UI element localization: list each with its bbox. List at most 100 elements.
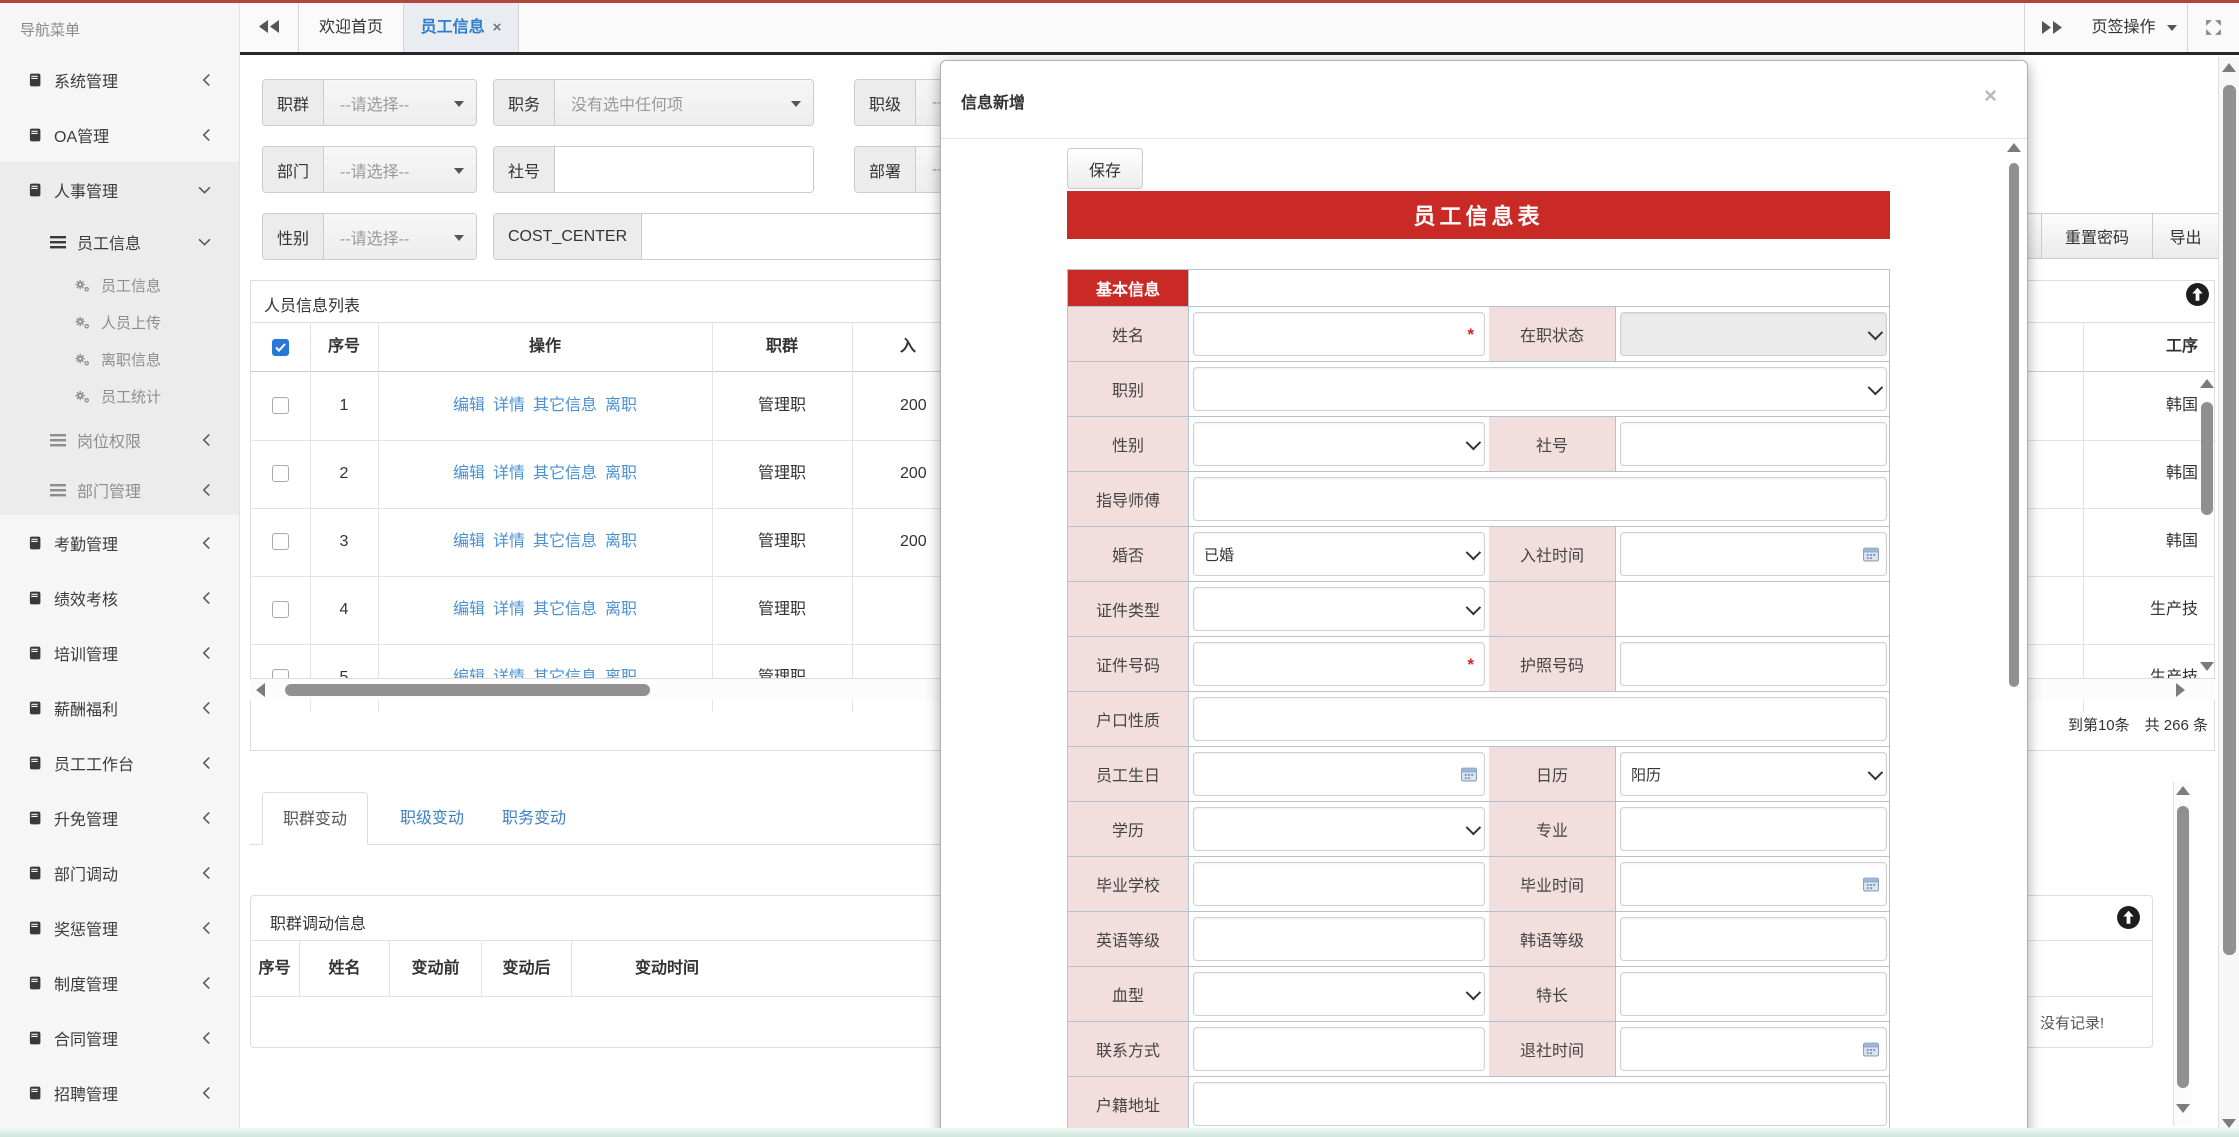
scroll-up-icon[interactable] xyxy=(2176,786,2190,795)
fullscreen-icon[interactable] xyxy=(2204,18,2223,42)
职别-select[interactable] xyxy=(1193,367,1887,411)
cost-center-input[interactable] xyxy=(642,214,952,259)
row-checkbox[interactable] xyxy=(272,465,289,482)
row-action-link[interactable]: 离职 xyxy=(605,533,637,550)
row-action-link[interactable]: 详情 xyxy=(493,465,525,482)
save-button[interactable]: 保存 xyxy=(1067,148,1143,189)
xingbie-select[interactable]: --请选择-- xyxy=(324,214,476,259)
指导师傅-field[interactable] xyxy=(1193,477,1887,521)
row-action-link[interactable]: 离职 xyxy=(605,397,637,414)
scroll-left-icon[interactable] xyxy=(256,683,265,697)
sidebar-item-6-离职信息[interactable]: 离职信息 xyxy=(0,341,239,378)
性别-select[interactable] xyxy=(1193,422,1485,466)
export-button[interactable]: 导出 xyxy=(2152,214,2218,258)
婚否-select[interactable]: 已婚 xyxy=(1193,532,1485,576)
血型-select[interactable] xyxy=(1193,972,1485,1016)
page-scrollbar[interactable] xyxy=(2218,57,2239,1137)
毕业学校-field[interactable] xyxy=(1193,862,1485,906)
page-scroll-thumb[interactable] xyxy=(2223,85,2236,955)
row-action-link[interactable]: 其它信息 xyxy=(533,465,597,482)
毕业时间-field[interactable] xyxy=(1620,862,1887,906)
bottom-vscroll-thumb[interactable] xyxy=(2177,806,2189,1088)
证件号码-field[interactable]: * xyxy=(1193,642,1485,686)
modal-close-icon[interactable]: × xyxy=(1984,83,1997,109)
row-action-link[interactable]: 详情 xyxy=(493,397,525,414)
姓名-field[interactable]: * xyxy=(1193,312,1485,356)
scroll-down-icon[interactable] xyxy=(2200,662,2214,671)
bottom-vscrollbar[interactable] xyxy=(2173,782,2191,1126)
modal-scroll-thumb[interactable] xyxy=(2009,163,2019,687)
sidebar-item-3-员工信息[interactable]: 员工信息 xyxy=(0,217,239,267)
tab-welcome[interactable]: 欢迎首页 xyxy=(299,3,403,52)
scroll-right-icon[interactable] xyxy=(2176,683,2185,697)
calendar-icon[interactable] xyxy=(1863,1042,1879,1057)
sidebar-item-15-升免管理[interactable]: 升免管理 xyxy=(0,790,239,845)
row-checkbox[interactable] xyxy=(272,533,289,550)
row-action-link[interactable]: 编辑 xyxy=(453,397,485,414)
row-action-link[interactable]: 其它信息 xyxy=(533,397,597,414)
calendar-icon[interactable] xyxy=(1863,877,1879,892)
row-checkbox[interactable] xyxy=(272,397,289,414)
scroll-down-icon[interactable] xyxy=(2176,1104,2190,1113)
table-vscroll-thumb[interactable] xyxy=(2201,402,2213,515)
sidebar-item-19-合同管理[interactable]: 合同管理 xyxy=(0,1010,239,1065)
row-action-link[interactable]: 其它信息 xyxy=(533,533,597,550)
row-action-link[interactable]: 其它信息 xyxy=(533,601,597,618)
sidebar-item-18-制度管理[interactable]: 制度管理 xyxy=(0,955,239,1010)
row-action-link[interactable]: 编辑 xyxy=(453,533,485,550)
韩语等级-field[interactable] xyxy=(1620,917,1887,961)
sidebar-item-13-薪酬福利[interactable]: 薪酬福利 xyxy=(0,680,239,735)
table-vscrollbar[interactable] xyxy=(2200,377,2215,707)
sidebar-item-8-岗位权限[interactable]: 岗位权限 xyxy=(0,415,239,465)
calendar-icon[interactable] xyxy=(1863,547,1879,562)
scroll-up-icon[interactable] xyxy=(2200,379,2214,388)
zhiwu-multiselect[interactable]: 没有选中任何项 xyxy=(555,80,813,125)
sidebar-item-14-员工工作台[interactable]: 员工工作台 xyxy=(0,735,239,790)
calendar-icon[interactable] xyxy=(1461,767,1477,782)
row-action-link[interactable]: 详情 xyxy=(493,601,525,618)
户籍地址-field[interactable] xyxy=(1193,1082,1887,1126)
sidebar-item-16-部门调动[interactable]: 部门调动 xyxy=(0,845,239,900)
row-action-link[interactable]: 编辑 xyxy=(453,465,485,482)
row-checkbox[interactable] xyxy=(272,601,289,618)
sidebar-item-2-人事管理[interactable]: 人事管理 xyxy=(0,162,239,217)
modal-scrollbar[interactable] xyxy=(2007,143,2021,1137)
sidebar-item-11-绩效考核[interactable]: 绩效考核 xyxy=(0,570,239,625)
sidebar-item-17-奖惩管理[interactable]: 奖惩管理 xyxy=(0,900,239,955)
学历-select[interactable] xyxy=(1193,807,1485,851)
sidebar-item-7-员工统计[interactable]: 员工统计 xyxy=(0,378,239,415)
证件类型-select[interactable] xyxy=(1193,587,1485,631)
社号-field[interactable] xyxy=(1620,422,1887,466)
sidebar-item-20-招聘管理[interactable]: 招聘管理 xyxy=(0,1065,239,1120)
tabs-scroll-right-icon[interactable] xyxy=(2040,20,2063,40)
collapse-panel-icon[interactable] xyxy=(2116,905,2141,930)
reset-password-button[interactable]: 重置密码 xyxy=(2041,214,2152,258)
日历-select[interactable]: 阳历 xyxy=(1620,752,1887,796)
bumen-select[interactable]: --请选择-- xyxy=(324,147,476,192)
row-action-link[interactable]: 编辑 xyxy=(453,601,485,618)
shehao-input[interactable] xyxy=(555,147,813,192)
tab-rank-change[interactable]: 职级变动 xyxy=(390,792,474,845)
sidebar-item-1-OA管理[interactable]: OA管理 xyxy=(0,107,239,162)
sidebar-item-9-部门管理[interactable]: 部门管理 xyxy=(0,465,239,515)
row-action-link[interactable]: 离职 xyxy=(605,601,637,618)
tab-actions-dropdown[interactable]: 页签操作 xyxy=(2092,3,2177,52)
专业-field[interactable] xyxy=(1620,807,1887,851)
tab-employee-info[interactable]: 员工信息× xyxy=(403,3,519,52)
collapse-panel-icon[interactable] xyxy=(2185,282,2210,307)
sidebar-item-12-培训管理[interactable]: 培训管理 xyxy=(0,625,239,680)
tab-group-change[interactable]: 职群变动 xyxy=(262,792,368,845)
tab-position-change[interactable]: 职务变动 xyxy=(492,792,576,845)
入社时间-field[interactable] xyxy=(1620,532,1887,576)
sidebar-item-4-员工信息[interactable]: 员工信息 xyxy=(0,267,239,304)
tabs-scroll-left-icon[interactable] xyxy=(258,19,281,39)
scroll-down-icon[interactable] xyxy=(2222,1119,2236,1128)
sidebar-item-5-人员上传[interactable]: 人员上传 xyxy=(0,304,239,341)
table-hscroll-thumb[interactable] xyxy=(285,684,650,696)
row-action-link[interactable]: 离职 xyxy=(605,465,637,482)
退社时间-field[interactable] xyxy=(1620,1027,1887,1071)
scroll-up-icon[interactable] xyxy=(2222,63,2236,72)
zhiqun-select[interactable]: --请选择-- xyxy=(324,80,476,125)
护照号码-field[interactable] xyxy=(1620,642,1887,686)
联系方式-field[interactable] xyxy=(1193,1027,1485,1071)
